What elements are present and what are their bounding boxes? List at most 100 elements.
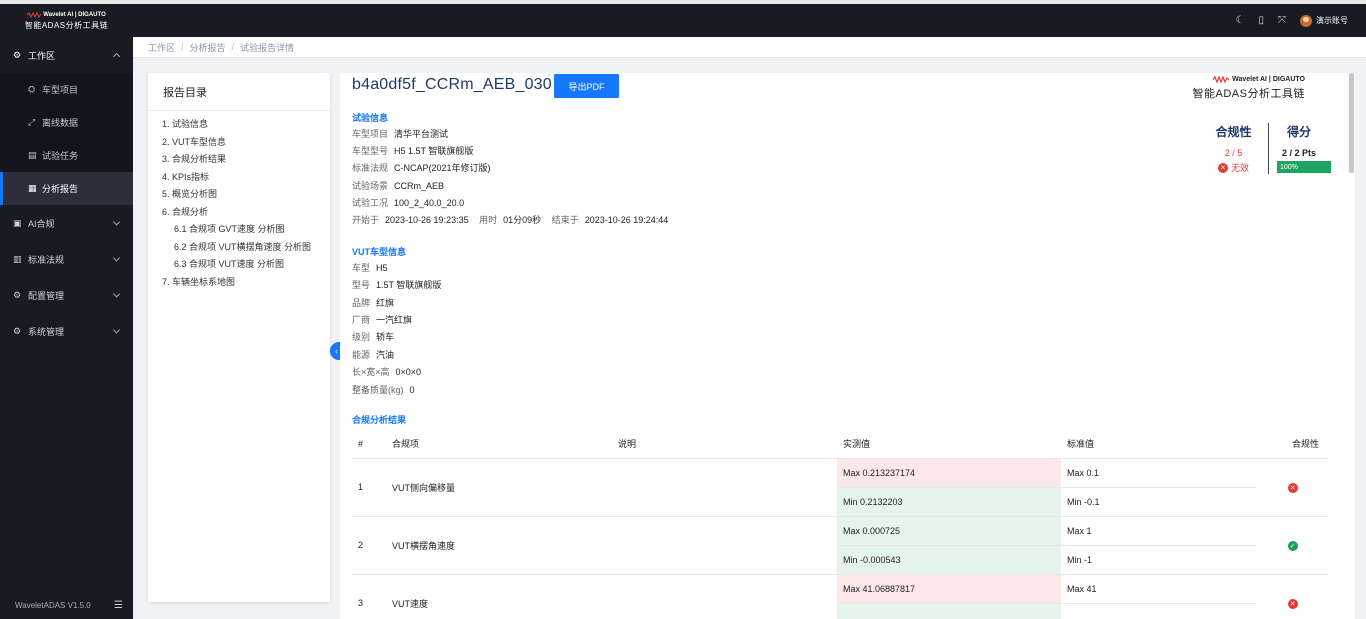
sidebar-item-test-tasks[interactable]: ▤ 试验任务: [0, 139, 133, 172]
section-test-info: 试验信息: [352, 113, 389, 123]
info-key: 用时: [479, 215, 498, 225]
row-desc: [618, 516, 837, 575]
toc-item[interactable]: 3. 合规分析结果: [162, 154, 330, 164]
sidebar-item-reports[interactable]: ▦ 分析报告: [0, 172, 133, 205]
breadcrumb-separator: /: [181, 42, 184, 52]
vut-row: 品牌 红旗: [352, 296, 394, 309]
info-value: 01分09秒: [503, 215, 542, 225]
standard-value: Max 0.1: [1061, 458, 1256, 488]
report-title: b4a0df5f_CCRm_AEB_030: [352, 76, 552, 93]
check-circle-icon: ✓: [1287, 540, 1298, 551]
config-icon: ⚙: [13, 289, 22, 300]
column-header: 说明: [618, 430, 837, 459]
standard-value: Min -0.1: [1061, 487, 1256, 517]
standard-value: Max 1: [1061, 516, 1256, 546]
row-desc: [618, 458, 837, 517]
toc-item[interactable]: 6. 合规分析: [162, 207, 330, 217]
toc-subitem[interactable]: 6.3 合规项 VUT速度 分析图: [162, 259, 330, 269]
wave-logo-icon: [27, 12, 42, 18]
row-number: 2: [352, 516, 392, 575]
nav-group-system[interactable]: ⚙ 系统管理: [0, 313, 133, 349]
info-standard: 标准法规 C-NCAP(2021年修订版): [352, 161, 491, 174]
standard-value: Max 41: [1061, 574, 1256, 604]
nav-group-config[interactable]: ⚙ 配置管理: [0, 277, 133, 313]
close-circle-icon: ✕: [1287, 482, 1298, 493]
status-badge: ✕ 无效: [1217, 161, 1249, 174]
fullscreen-icon[interactable]: ⤧: [1278, 15, 1286, 26]
vut-row: 能源 汽油: [352, 348, 394, 361]
user-menu[interactable]: 演示账号: [1300, 14, 1348, 27]
info-key: 长×宽×高: [352, 367, 390, 377]
toc-subitem[interactable]: 6.2 合规项 VUT横摆角速度 分析图: [162, 242, 330, 252]
car-icon: ⛭: [28, 84, 36, 94]
chevron-down-icon: [112, 326, 121, 334]
info-key: 级别: [352, 332, 371, 342]
info-key: 车型项目: [352, 129, 389, 139]
info-value: 100_2_40.0_20.0: [394, 198, 465, 208]
info-condition: 试验工况 100_2_40.0_20.0: [352, 196, 464, 209]
scrollbar[interactable]: [1349, 73, 1354, 173]
toc-list: 1. 试验信息 2. VUT车型信息 3. 合规分析结果 4. KPIs指标 5…: [148, 111, 330, 287]
breadcrumb-separator: /: [231, 42, 235, 52]
row-item: VUT横摆角速度: [392, 516, 618, 575]
chevron-down-icon: [112, 290, 121, 298]
info-project: 车型项目 清华平台测试: [352, 127, 448, 140]
vut-row: 厂商 一汽红旗: [352, 313, 412, 326]
app-logo[interactable]: Wavelet AI | DIGAUTO 智能ADAS分析工具链: [0, 4, 133, 37]
toc-item[interactable]: 1. 试验信息: [162, 119, 330, 129]
document-icon[interactable]: ▯: [1258, 15, 1264, 26]
column-header: #: [352, 430, 392, 459]
measured-value: [837, 603, 1061, 619]
toc-subitem[interactable]: 6.1 合规项 GVT速度 分析图: [162, 224, 330, 234]
score-percent: 100%: [1280, 163, 1298, 171]
close-circle-icon: ✕: [1287, 598, 1298, 609]
toc-item[interactable]: 7. 车辆坐标系地图: [162, 277, 330, 287]
measured-value: Max 0.213237174: [837, 458, 1061, 488]
toc-item[interactable]: 5. 概览分析图: [162, 189, 330, 199]
breadcrumb-item[interactable]: 分析报告: [190, 41, 226, 54]
status-text: 无效: [1230, 163, 1249, 173]
info-value: 1.5T 智联旗舰版: [376, 280, 442, 290]
info-key: 能源: [352, 350, 371, 360]
toc-title: 报告目录: [148, 73, 330, 111]
info-key: 试验工况: [352, 198, 389, 208]
section-vut-info: VUT车型信息: [352, 247, 407, 257]
info-key: 整备质量(kg): [352, 385, 404, 395]
avatar: [1300, 14, 1312, 27]
score-value: 2 / 2 Pts: [1281, 148, 1317, 158]
vut-row: 长×宽×高 0×0×0: [352, 365, 421, 378]
compliance-value: 2 / 5: [1224, 148, 1243, 158]
info-key: 结束于: [551, 215, 579, 225]
sidebar-item-projects[interactable]: ⛭ 车型项目: [0, 73, 133, 106]
sidebar-item-offline-data[interactable]: ⤢ 离线数据: [0, 106, 133, 139]
brand-top-text: Wavelet AI | DIGAUTO: [1232, 76, 1305, 83]
toc-item[interactable]: 2. VUT车型信息: [162, 137, 330, 147]
menu-fold-icon[interactable]: ☰: [114, 600, 123, 611]
nav-group-label: 工作区: [28, 50, 56, 61]
nav-group-ai-compliance[interactable]: ▣ AI合规: [0, 205, 133, 241]
data-icon: ⤢: [28, 117, 36, 127]
column-header: 标准值: [1061, 430, 1256, 459]
info-value: 0: [409, 385, 415, 395]
compliance-summary: 合规性 2 / 5 ✕ 无效: [1207, 123, 1269, 174]
toc-item[interactable]: 4. KPIs指标: [162, 172, 330, 182]
table-row: 3 VUT速度 Max 41.06887817 Max 41 ✕: [352, 574, 1329, 619]
nav-group-workspace[interactable]: ⚙ 工作区: [0, 37, 133, 73]
section-compliance: 合规分析结果: [352, 415, 407, 425]
breadcrumb-item[interactable]: 工作区: [148, 41, 175, 54]
sidebar-footer: WaveletADAS V1.5.0 ☰: [15, 600, 123, 611]
info-key: 试验场景: [352, 181, 389, 191]
row-item: VUT侧向偏移量: [392, 458, 618, 517]
standard-value: [1061, 603, 1256, 619]
info-value: H5: [376, 263, 388, 273]
close-circle-icon: ✕: [1217, 162, 1228, 173]
nav-group-label: 系统管理: [28, 326, 65, 337]
sidebar-item-label: 车型项目: [42, 85, 79, 95]
info-value: 2023-10-26 19:24:44: [584, 215, 669, 225]
export-pdf-button[interactable]: 导出PDF: [554, 74, 619, 98]
moon-icon[interactable]: ☾: [1236, 15, 1245, 26]
info-timing: 开始于 2023-10-26 19:23:35 用时 01分09秒 结束于 2023-…: [352, 213, 668, 226]
info-key: 品牌: [352, 298, 371, 308]
nav-group-standards[interactable]: ▥ 标准法规: [0, 241, 133, 277]
task-icon: ▤: [28, 150, 37, 160]
